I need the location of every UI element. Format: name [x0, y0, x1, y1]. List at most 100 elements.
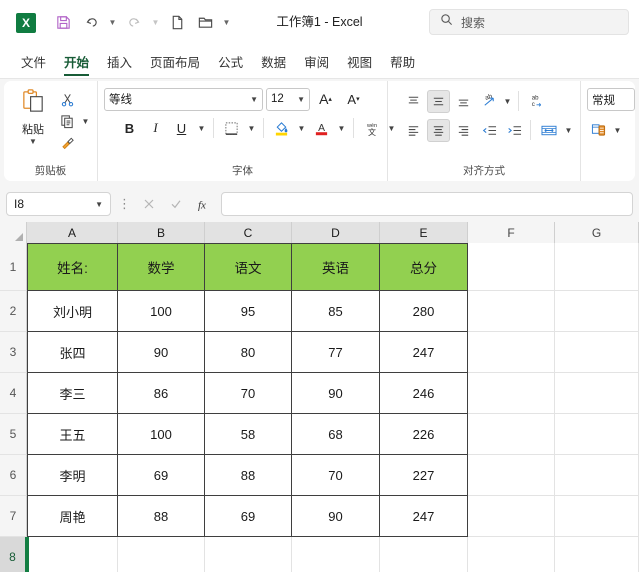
cell-b8[interactable] [118, 537, 205, 572]
align-right-button[interactable] [452, 119, 475, 142]
row-header-8[interactable]: 8 [0, 537, 27, 572]
align-left-button[interactable] [402, 119, 425, 142]
cell-b2[interactable]: 100 [118, 291, 205, 332]
fill-color-chevron-down-icon[interactable]: ▼ [296, 124, 307, 133]
font-name-input[interactable]: 等线 ▼ [104, 87, 263, 111]
undo-dropdown-chevron-down-icon[interactable]: ▼ [106, 10, 119, 36]
tab-review[interactable]: 审阅 [295, 47, 338, 78]
copy-button[interactable] [56, 110, 79, 133]
phonetic-guide-button[interactable]: wén 文 [360, 117, 383, 140]
merge-chevron-down-icon[interactable]: ▼ [563, 126, 574, 135]
cell-c4[interactable]: 70 [205, 373, 292, 414]
formula-input[interactable] [221, 192, 633, 216]
cell-f4[interactable] [468, 373, 555, 414]
accounting-chevron-down-icon[interactable]: ▼ [612, 126, 623, 135]
format-painter-button[interactable] [56, 132, 79, 155]
cut-button[interactable] [56, 88, 79, 111]
cell-g2[interactable] [555, 291, 639, 332]
orientation-button[interactable]: ab [477, 90, 500, 113]
cell-e4[interactable]: 246 [380, 373, 468, 414]
cell-g5[interactable] [555, 414, 639, 455]
cell-b7[interactable]: 88 [118, 496, 205, 537]
cell-a4[interactable]: 李三 [27, 373, 118, 414]
select-all-button[interactable] [0, 222, 27, 243]
cancel-entry-button[interactable] [138, 192, 160, 216]
row-header-4[interactable]: 4 [0, 373, 27, 414]
cell-a2[interactable]: 刘小明 [27, 291, 118, 332]
accounting-format-button[interactable] [587, 119, 610, 142]
cell-b3[interactable]: 90 [118, 332, 205, 373]
cell-a6[interactable]: 李明 [27, 455, 118, 496]
tab-view[interactable]: 视图 [338, 47, 381, 78]
cell-g6[interactable] [555, 455, 639, 496]
column-header-g[interactable]: G [555, 222, 639, 243]
tab-home[interactable]: 开始 [55, 47, 98, 78]
font-size-chevron-down-icon[interactable]: ▼ [297, 95, 305, 104]
cell-d5[interactable]: 68 [292, 414, 380, 455]
wrap-text-button[interactable]: ab c [524, 90, 549, 113]
undo-button[interactable] [78, 10, 104, 36]
cell-c6[interactable]: 88 [205, 455, 292, 496]
cell-e2[interactable]: 280 [380, 291, 468, 332]
cell-a3[interactable]: 张四 [27, 332, 118, 373]
column-header-d[interactable]: D [292, 222, 380, 243]
increase-indent-button[interactable] [502, 119, 525, 142]
cell-g4[interactable] [555, 373, 639, 414]
underline-chevron-down-icon[interactable]: ▼ [196, 124, 207, 133]
cell-g8[interactable] [555, 537, 639, 572]
cell-e1[interactable]: 总分 [380, 243, 468, 291]
cell-a1[interactable]: 姓名: [27, 243, 118, 291]
save-button[interactable] [50, 10, 76, 36]
name-box[interactable]: I8 ▼ [6, 192, 111, 216]
increase-font-size-button[interactable]: A ▴ [313, 88, 338, 111]
cell-f6[interactable] [468, 455, 555, 496]
cell-e3[interactable]: 247 [380, 332, 468, 373]
tab-insert[interactable]: 插入 [98, 47, 141, 78]
cell-f5[interactable] [468, 414, 555, 455]
align-bottom-button[interactable] [452, 90, 475, 113]
confirm-entry-button[interactable] [165, 192, 187, 216]
paste-button[interactable]: 粘贴 ▼ [10, 86, 56, 146]
cell-c1[interactable]: 语文 [205, 243, 292, 291]
italic-button[interactable]: I [144, 117, 167, 140]
cell-e7[interactable]: 247 [380, 496, 468, 537]
row-header-7[interactable]: 7 [0, 496, 27, 537]
borders-chevron-down-icon[interactable]: ▼ [246, 124, 257, 133]
cell-d6[interactable]: 70 [292, 455, 380, 496]
paste-chevron-down-icon[interactable]: ▼ [29, 137, 37, 146]
tab-file[interactable]: 文件 [12, 47, 55, 78]
open-folder-button[interactable] [192, 10, 218, 36]
customize-qat-chevron-down-icon[interactable]: ▼ [220, 10, 233, 36]
column-header-e[interactable]: E [380, 222, 468, 243]
column-header-b[interactable]: B [118, 222, 205, 243]
align-center-button[interactable] [427, 118, 450, 142]
cell-a7[interactable]: 周艳 [27, 496, 118, 537]
column-header-a[interactable]: A [27, 222, 118, 243]
font-color-chevron-down-icon[interactable]: ▼ [336, 124, 347, 133]
redo-button[interactable] [121, 10, 147, 36]
cell-c7[interactable]: 69 [205, 496, 292, 537]
orientation-chevron-down-icon[interactable]: ▼ [502, 97, 513, 106]
align-top-button[interactable] [402, 90, 425, 113]
cell-c3[interactable]: 80 [205, 332, 292, 373]
cell-d4[interactable]: 90 [292, 373, 380, 414]
align-middle-button[interactable] [427, 89, 450, 113]
cell-b5[interactable]: 100 [118, 414, 205, 455]
cell-d8[interactable] [292, 537, 380, 572]
tab-help[interactable]: 帮助 [381, 47, 424, 78]
bold-button[interactable]: B [118, 117, 141, 140]
font-color-button[interactable]: A [310, 117, 333, 140]
name-box-chevron-down-icon[interactable]: ▼ [95, 200, 103, 209]
cell-e6[interactable]: 227 [380, 455, 468, 496]
cell-g1[interactable] [555, 243, 639, 291]
cell-a5[interactable]: 王五 [27, 414, 118, 455]
decrease-indent-button[interactable] [477, 119, 500, 142]
cell-b6[interactable]: 69 [118, 455, 205, 496]
cell-c8[interactable] [205, 537, 292, 572]
fill-color-button[interactable] [270, 117, 293, 140]
search-box[interactable]: 搜索 [429, 9, 629, 35]
new-file-button[interactable] [164, 10, 190, 36]
cell-f3[interactable] [468, 332, 555, 373]
row-header-1[interactable]: 1 [0, 243, 27, 291]
borders-button[interactable] [220, 117, 243, 140]
